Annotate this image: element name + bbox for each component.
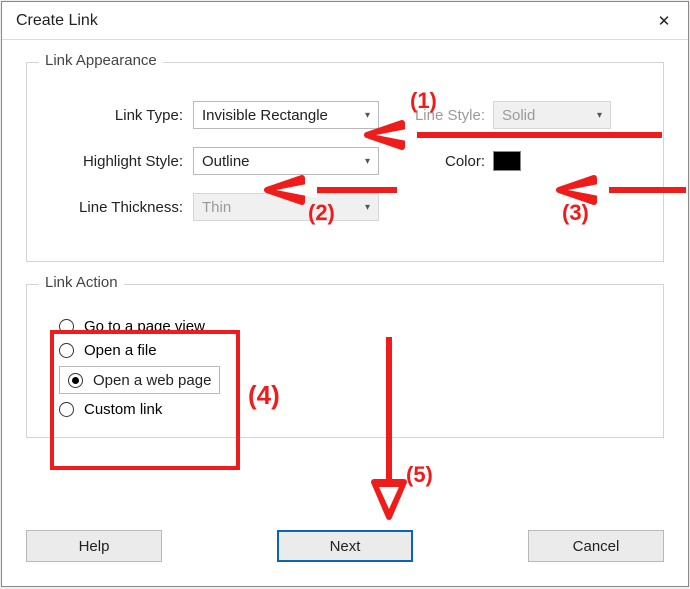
close-button[interactable]: ✕ xyxy=(640,2,688,39)
close-icon: ✕ xyxy=(658,12,671,30)
radio-custom-link[interactable]: Custom link xyxy=(59,401,220,418)
highlight-style-value: Outline xyxy=(202,153,250,170)
radio-label: Go to a page view xyxy=(84,318,205,335)
chevron-down-icon: ▾ xyxy=(365,156,370,167)
help-button[interactable]: Help xyxy=(26,530,162,562)
radio-icon xyxy=(59,319,74,334)
dialog-window: Create Link ✕ Link Appearance Link Type:… xyxy=(1,1,689,587)
color-label: Color: xyxy=(403,153,493,170)
dialog-body: Link Appearance Link Type: Invisible Rec… xyxy=(2,40,688,478)
radio-icon xyxy=(59,402,74,417)
chevron-down-icon: ▾ xyxy=(597,110,602,121)
button-label: Next xyxy=(330,538,361,555)
line-style-select: Solid ▾ xyxy=(493,101,611,129)
row-highlight: Highlight Style: Outline ▾ Color: xyxy=(45,147,645,175)
color-swatch[interactable] xyxy=(493,151,521,171)
line-style-label: Line Style: xyxy=(403,107,493,124)
title-bar: Create Link ✕ xyxy=(2,2,688,40)
line-style-value: Solid xyxy=(502,107,535,124)
highlight-style-label: Highlight Style: xyxy=(45,153,193,170)
line-thickness-value: Thin xyxy=(202,199,231,216)
line-thickness-select: Thin ▾ xyxy=(193,193,379,221)
button-label: Help xyxy=(79,538,110,555)
link-action-group: Link Action Go to a page view Open a fil… xyxy=(26,284,664,438)
line-thickness-label: Line Thickness: xyxy=(45,199,193,216)
button-label: Cancel xyxy=(573,538,620,555)
window-title: Create Link xyxy=(16,12,98,30)
link-type-value: Invisible Rectangle xyxy=(202,107,328,124)
group-legend: Link Action xyxy=(39,274,124,291)
row-thickness: Line Thickness: Thin ▾ xyxy=(45,193,645,221)
group-legend: Link Appearance xyxy=(39,52,163,69)
radio-open-web-page[interactable]: Open a web page xyxy=(59,366,220,394)
radio-label: Open a web page xyxy=(93,372,211,389)
radio-icon xyxy=(68,373,83,388)
radio-open-file[interactable]: Open a file xyxy=(59,342,220,359)
chevron-down-icon: ▾ xyxy=(365,110,370,121)
row-link-type: Link Type: Invisible Rectangle ▾ Line St… xyxy=(45,101,645,129)
link-appearance-group: Link Appearance Link Type: Invisible Rec… xyxy=(26,62,664,262)
chevron-down-icon: ▾ xyxy=(365,202,370,213)
radio-label: Open a file xyxy=(84,342,157,359)
radio-label: Custom link xyxy=(84,401,162,418)
next-button[interactable]: Next xyxy=(277,530,413,562)
highlight-style-select[interactable]: Outline ▾ xyxy=(193,147,379,175)
radio-page-view[interactable]: Go to a page view xyxy=(59,318,220,335)
cancel-button[interactable]: Cancel xyxy=(528,530,664,562)
link-type-label: Link Type: xyxy=(45,107,193,124)
radio-group: Go to a page view Open a file Open a web… xyxy=(45,305,234,431)
link-type-select[interactable]: Invisible Rectangle ▾ xyxy=(193,101,379,129)
button-row: Help Next Cancel xyxy=(2,530,688,562)
radio-icon xyxy=(59,343,74,358)
